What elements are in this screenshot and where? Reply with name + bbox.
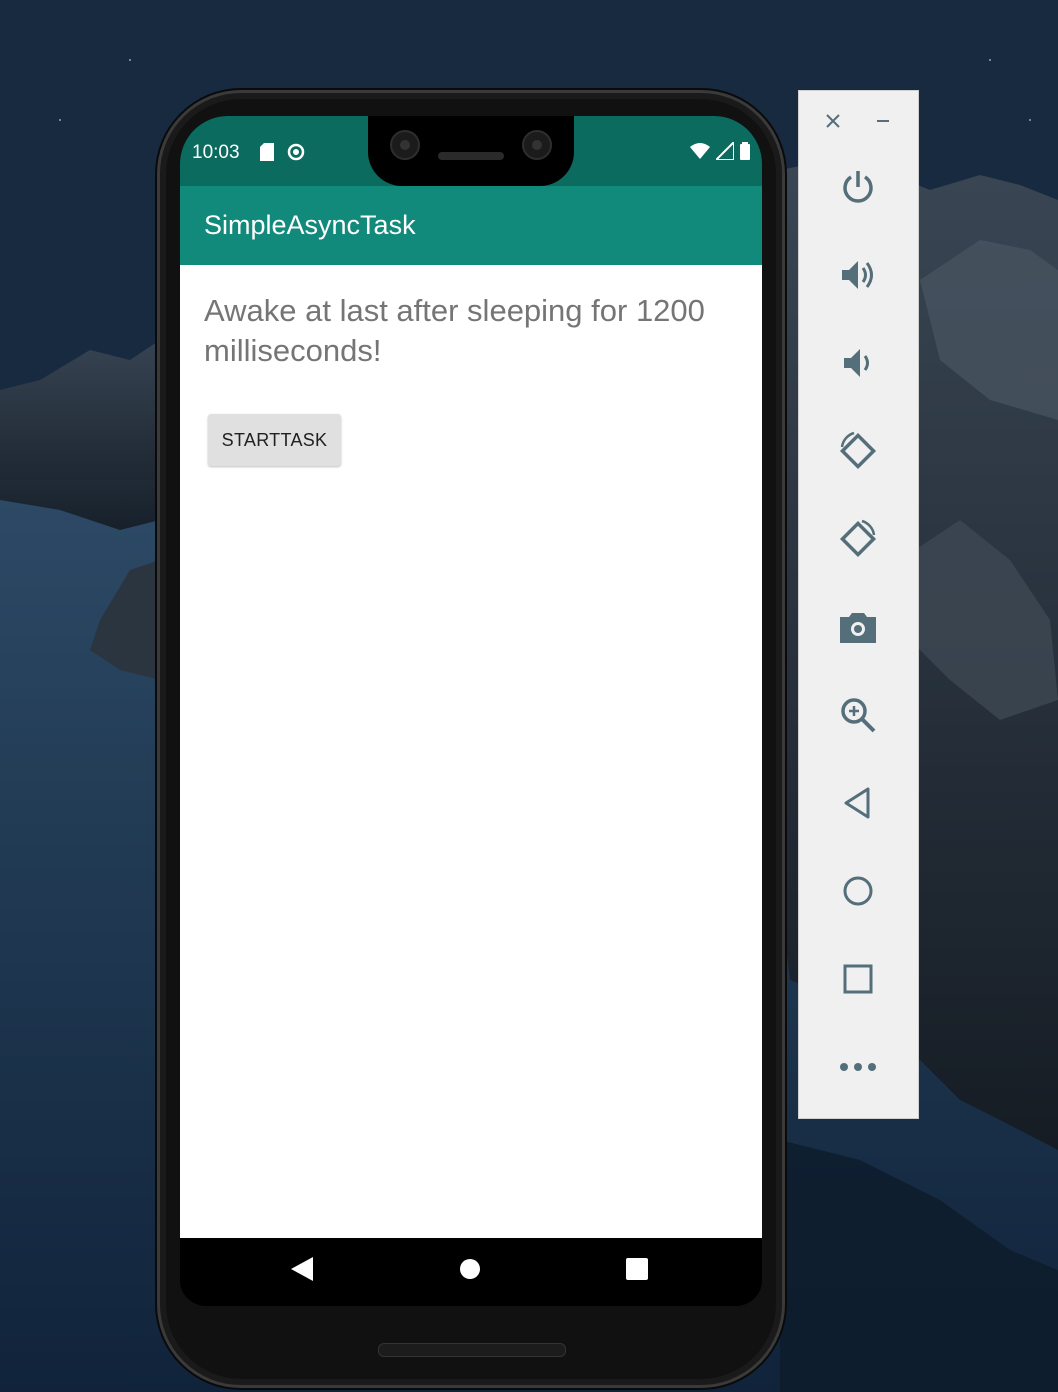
start-task-button[interactable]: STARTTASK [208,414,341,466]
close-icon[interactable] [821,109,845,133]
more-icon[interactable] [828,1037,888,1097]
status-message: Awake at last after sleeping for 1200 mi… [204,293,705,368]
volume-up-icon[interactable] [828,245,888,305]
status-bar: 10:03 [180,116,762,186]
rotate-right-icon[interactable] [828,509,888,569]
home-icon[interactable] [828,861,888,921]
earpiece [438,152,504,160]
wifi-icon [690,143,710,159]
camera-icon[interactable] [828,597,888,657]
zoom-icon[interactable] [828,685,888,745]
minimize-icon[interactable] [871,109,895,133]
front-sensor [522,130,552,160]
status-right-icons [690,142,750,160]
emulator-toolbar [798,90,919,1119]
app-title: SimpleAsyncTask [204,210,416,240]
overview-icon[interactable] [828,949,888,1009]
back-icon[interactable] [828,773,888,833]
phone-screen: 10:03 SimpleAsyncTask Awake at last afte… [180,116,762,1306]
status-time: 10:03 [192,142,240,163]
front-camera [390,130,420,160]
nav-home-icon[interactable] [440,1238,500,1300]
bottom-speaker [378,1343,566,1357]
nav-recents-icon[interactable] [607,1238,667,1300]
navigation-bar [180,1238,762,1300]
signal-icon [716,142,734,160]
main-content: Awake at last after sleeping for 1200 mi… [180,265,762,1238]
nav-back-icon[interactable] [272,1238,332,1300]
camera-notch [368,116,574,186]
battery-icon [740,142,750,160]
power-icon[interactable] [828,157,888,217]
sd-card-icon [260,143,274,161]
status-left-icons [260,142,306,162]
rotate-left-icon[interactable] [828,421,888,481]
app-toolbar: SimpleAsyncTask [180,186,762,265]
sync-icon [286,142,306,162]
volume-down-icon[interactable] [828,333,888,393]
